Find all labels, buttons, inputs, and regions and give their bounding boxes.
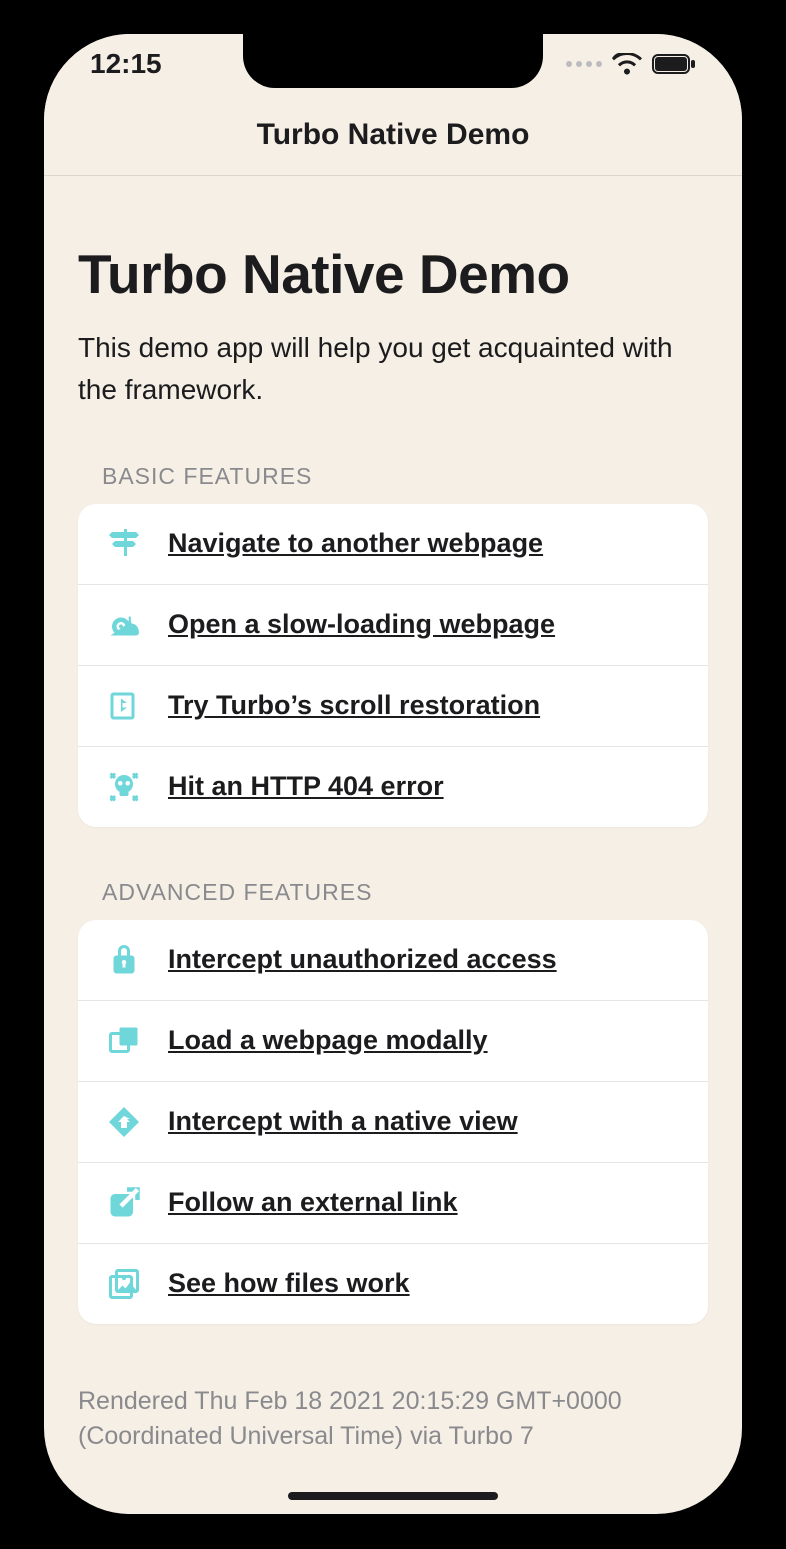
lock-icon bbox=[104, 940, 144, 980]
section-heading-advanced: ADVANCED FEATURES bbox=[102, 879, 708, 906]
row-label: Load a webpage modally bbox=[168, 1025, 488, 1056]
row-label: Hit an HTTP 404 error bbox=[168, 771, 444, 802]
row-files[interactable]: See how files work bbox=[78, 1243, 708, 1324]
status-time: 12:15 bbox=[90, 48, 162, 80]
cellular-dots-icon bbox=[566, 61, 602, 67]
notch bbox=[243, 34, 543, 88]
images-icon bbox=[104, 1264, 144, 1304]
row-native-view[interactable]: Intercept with a native view bbox=[78, 1081, 708, 1162]
card-advanced-features: Intercept unauthorized access Load a web… bbox=[78, 920, 708, 1324]
page-content[interactable]: Turbo Native Demo This demo app will hel… bbox=[44, 176, 742, 1514]
skull-icon bbox=[104, 767, 144, 807]
row-label: Intercept unauthorized access bbox=[168, 944, 557, 975]
home-indicator[interactable] bbox=[288, 1492, 498, 1500]
page-subtitle: This demo app will help you get acquaint… bbox=[78, 327, 708, 411]
row-label: Open a slow-loading webpage bbox=[168, 609, 555, 640]
status-icons bbox=[566, 53, 696, 75]
row-unauthorized[interactable]: Intercept unauthorized access bbox=[78, 920, 708, 1000]
row-label: Navigate to another webpage bbox=[168, 528, 543, 559]
power-button bbox=[766, 360, 774, 520]
row-slow-loading[interactable]: Open a slow-loading webpage bbox=[78, 584, 708, 665]
row-label: Intercept with a native view bbox=[168, 1106, 518, 1137]
row-external-link[interactable]: Follow an external link bbox=[78, 1162, 708, 1243]
volume-down-button bbox=[12, 460, 20, 570]
card-basic-features: Navigate to another webpage Open a slow-… bbox=[78, 504, 708, 827]
row-label: See how files work bbox=[168, 1268, 410, 1299]
nav-title: Turbo Native Demo bbox=[257, 118, 530, 152]
section-heading-basic: BASIC FEATURES bbox=[102, 463, 708, 490]
ringer-switch bbox=[12, 228, 20, 276]
screen: 12:15 Turbo Native Demo Turbo Native Dem… bbox=[44, 34, 742, 1514]
row-scroll-restoration[interactable]: Try Turbo’s scroll restoration bbox=[78, 665, 708, 746]
snail-icon bbox=[104, 605, 144, 645]
phone-frame: 12:15 Turbo Native Demo Turbo Native Dem… bbox=[20, 10, 766, 1538]
external-link-icon bbox=[104, 1183, 144, 1223]
nav-bar: Turbo Native Demo bbox=[44, 94, 742, 176]
modal-icon bbox=[104, 1021, 144, 1061]
row-navigate-webpage[interactable]: Navigate to another webpage bbox=[78, 504, 708, 584]
row-label: Follow an external link bbox=[168, 1187, 458, 1218]
battery-icon bbox=[652, 53, 696, 75]
wifi-icon bbox=[612, 53, 642, 75]
signpost-icon bbox=[104, 524, 144, 564]
volume-up-button bbox=[12, 330, 20, 440]
row-label: Try Turbo’s scroll restoration bbox=[168, 690, 540, 721]
row-load-modally[interactable]: Load a webpage modally bbox=[78, 1000, 708, 1081]
diamond-arrow-icon bbox=[104, 1102, 144, 1142]
row-404-error[interactable]: Hit an HTTP 404 error bbox=[78, 746, 708, 827]
page-title: Turbo Native Demo bbox=[78, 244, 708, 305]
footer-text: Rendered Thu Feb 18 2021 20:15:29 GMT+00… bbox=[78, 1384, 708, 1454]
scroll-icon bbox=[104, 686, 144, 726]
